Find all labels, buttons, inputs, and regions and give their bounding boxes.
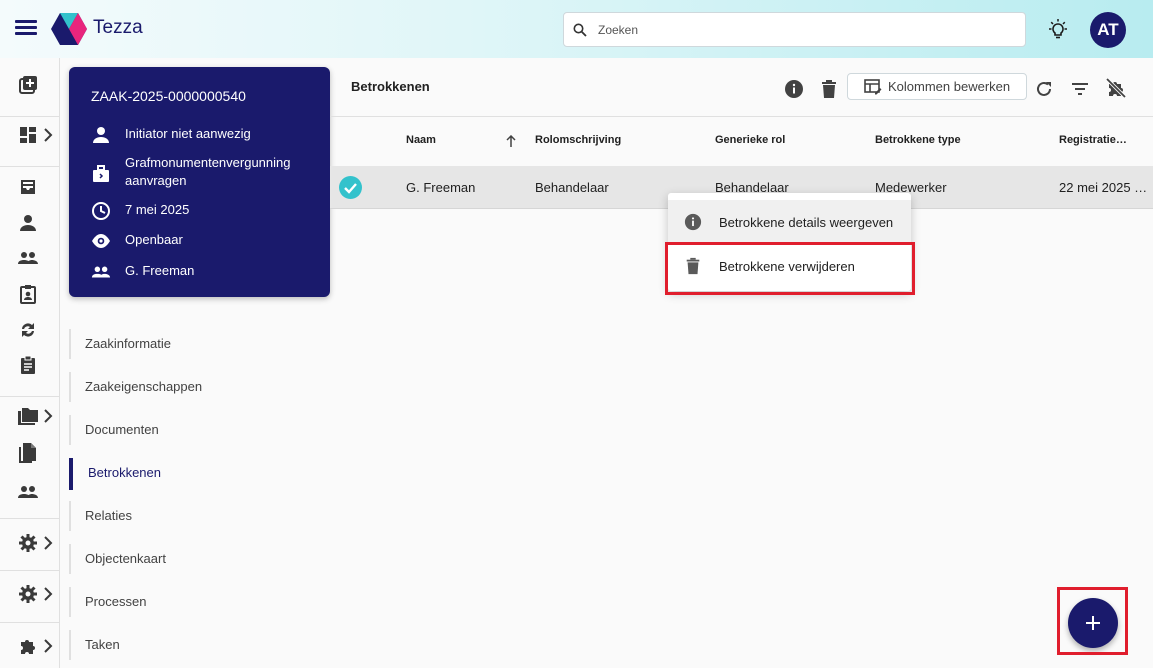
- user-avatar[interactable]: AT: [1090, 12, 1126, 48]
- nav-processen[interactable]: Processen: [69, 587, 289, 617]
- case-type-text: Grafmonumentenvergunning aanvragen: [125, 155, 291, 188]
- clock-icon: [92, 202, 110, 220]
- menu-item-delete-label: Betrokkene verwijderen: [719, 258, 855, 274]
- chevron-right-icon[interactable]: [43, 639, 53, 653]
- nav-betrokkenen[interactable]: Betrokkenen: [69, 458, 289, 490]
- date-row: 7 mei 2025: [91, 201, 189, 221]
- column-header-rolomschrijving[interactable]: Rolomschrijving: [535, 134, 621, 146]
- inbox-icon[interactable]: [14, 173, 42, 201]
- left-rail: [0, 58, 60, 668]
- puzzle-icon[interactable]: [14, 632, 42, 660]
- toolbar-divider: [330, 116, 1153, 117]
- sort-ascending-icon[interactable]: [506, 135, 516, 147]
- trash-icon[interactable]: [817, 77, 841, 101]
- person-icon[interactable]: [14, 209, 42, 237]
- briefcase-icon: [93, 165, 109, 182]
- extension-off-icon[interactable]: [1104, 76, 1128, 100]
- edit-columns-label: Kolommen bewerken: [888, 79, 1011, 94]
- gear-icon[interactable]: [14, 529, 42, 557]
- trash-icon: [686, 257, 700, 275]
- case-summary-card: ZAAK-2025-0000000540 Initiator niet aanw…: [69, 67, 330, 297]
- folder-icon[interactable]: [14, 402, 42, 430]
- people-icon: [91, 266, 111, 278]
- nav-zaakeigenschappen[interactable]: Zaakeigenschappen: [69, 372, 289, 402]
- chevron-right-icon[interactable]: [43, 587, 53, 601]
- chevron-right-icon[interactable]: [43, 536, 53, 550]
- initiator-text: Initiator niet aanwezig: [125, 126, 251, 141]
- add-betrokkene-button[interactable]: [1068, 598, 1118, 648]
- page-title: Betrokkenen: [351, 79, 430, 94]
- search-input[interactable]: [598, 20, 998, 40]
- assignee-row: G. Freeman: [91, 262, 194, 282]
- column-header-generieke-rol[interactable]: Generieke rol: [715, 134, 785, 146]
- clipboard-icon[interactable]: [14, 351, 42, 379]
- date-text: 7 mei 2025: [125, 202, 190, 217]
- table-edit-icon: [864, 78, 882, 94]
- column-header-registratie[interactable]: Registratie…: [1059, 134, 1127, 146]
- info-icon: [684, 213, 702, 231]
- menu-item-details[interactable]: Betrokkene details weergeven: [668, 200, 911, 244]
- row-checkbox[interactable]: [339, 176, 362, 199]
- dashboard-icon[interactable]: [14, 121, 42, 149]
- top-bar: Tezza AT: [0, 0, 1153, 58]
- column-header-betrokkene-type[interactable]: Betrokkene type: [875, 134, 961, 146]
- nav-objectenkaart[interactable]: Objectenkaart: [69, 544, 289, 574]
- assignment-ind-icon[interactable]: [14, 280, 42, 308]
- brand-name: Tezza: [93, 17, 143, 38]
- edit-columns-button[interactable]: Kolommen bewerken: [847, 73, 1027, 100]
- chevron-right-icon[interactable]: [43, 409, 53, 423]
- assignee-text: G. Freeman: [125, 263, 195, 278]
- group-icon[interactable]: [14, 244, 42, 272]
- column-header-naam[interactable]: Naam: [406, 134, 436, 146]
- eye-icon: [92, 234, 110, 248]
- refresh-icon[interactable]: [1032, 77, 1056, 101]
- document-icon[interactable]: [14, 439, 42, 467]
- add-box-icon[interactable]: [14, 71, 42, 99]
- search-icon: [573, 23, 587, 37]
- case-id: ZAAK-2025-0000000540: [91, 88, 246, 104]
- nav-relaties[interactable]: Relaties: [69, 501, 289, 531]
- nav-taken[interactable]: Taken: [69, 630, 289, 660]
- menu-item-delete[interactable]: Betrokkene verwijderen: [668, 244, 911, 288]
- filter-icon[interactable]: [1068, 77, 1092, 101]
- gear-icon[interactable]: [14, 580, 42, 608]
- sync-icon[interactable]: [14, 316, 42, 344]
- cell-rolomschrijving: Behandelaar: [535, 180, 609, 195]
- nav-zaakinformatie[interactable]: Zaakinformatie: [69, 329, 289, 359]
- case-type-row: Grafmonumentenvergunning aanvragen: [91, 154, 311, 190]
- person-icon: [93, 127, 109, 143]
- visibility-row: Openbaar: [91, 231, 183, 251]
- menu-icon[interactable]: [12, 17, 42, 41]
- cell-registratie: 22 mei 2025 …: [1059, 180, 1148, 195]
- tezza-logo: [51, 13, 87, 45]
- visibility-text: Openbaar: [125, 232, 183, 247]
- people-icon[interactable]: [14, 478, 42, 506]
- row-context-menu: Betrokkene details weergeven Betrokkene …: [668, 193, 911, 291]
- search-box[interactable]: [563, 12, 1026, 47]
- nav-documenten[interactable]: Documenten: [69, 415, 289, 445]
- plus-icon: [1086, 616, 1100, 630]
- initiator-row: Initiator niet aanwezig: [91, 125, 251, 145]
- check-icon: [344, 183, 357, 194]
- info-icon[interactable]: [782, 77, 806, 101]
- cell-naam: G. Freeman: [406, 180, 476, 195]
- lightbulb-icon[interactable]: [1046, 18, 1070, 42]
- chevron-right-icon[interactable]: [43, 128, 53, 142]
- menu-item-details-label: Betrokkene details weergeven: [719, 214, 894, 230]
